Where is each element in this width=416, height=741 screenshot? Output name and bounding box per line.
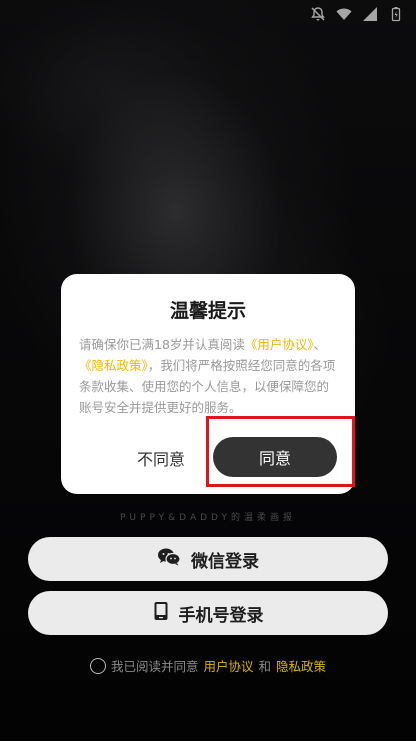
dialog-body-prefix: 请确保你已满18岁并认真阅读 — [79, 337, 245, 352]
agreement-privacy-link[interactable]: 隐私政策 — [276, 656, 326, 675]
agreement-row: 我已阅读并同意 用户协议 和 隐私政策 — [0, 656, 416, 675]
user-agreement-link[interactable]: 《用户协议》 — [245, 337, 314, 352]
disagree-button[interactable]: 不同意 — [101, 439, 221, 477]
dialog-body: 请确保你已满18岁并认真阅读《用户协议》、《隐私政策》，我们将严格按照经您同意的… — [79, 334, 341, 418]
agreement-user-link[interactable]: 用户协议 — [203, 656, 253, 675]
dialog-title: 温馨提示 — [169, 300, 246, 322]
phone-icon — [153, 601, 169, 626]
agreement-and: 和 — [258, 659, 272, 674]
privacy-policy-link[interactable]: 《隐私政策》 — [79, 358, 148, 373]
agreement-checkbox[interactable] — [89, 657, 106, 674]
tagline: PUPPY&DADDY的温柔画报 — [120, 513, 296, 523]
wechat-login-label: 微信登录 — [191, 551, 259, 572]
phone-login-label: 手机号登录 — [178, 605, 264, 626]
dialog-body-sep: 、 — [313, 337, 327, 352]
phone-login-button[interactable]: 手机号登录 — [28, 591, 388, 635]
wechat-icon — [157, 547, 181, 572]
agree-button[interactable]: 同意 — [213, 437, 337, 477]
wechat-login-button[interactable]: 微信登录 — [28, 537, 388, 581]
agreement-prefix: 我已阅读并同意 — [110, 659, 199, 674]
